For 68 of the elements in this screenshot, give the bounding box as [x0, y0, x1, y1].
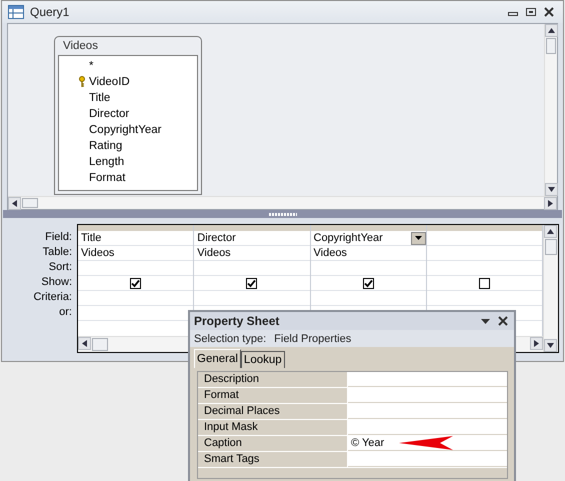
right-arrow-icon [548, 200, 553, 208]
field-name[interactable]: Rating [89, 140, 122, 152]
grid-vertical-scrollbar[interactable] [543, 225, 558, 352]
scroll-right-button[interactable] [544, 197, 557, 210]
show-checkbox[interactable] [246, 278, 258, 288]
scroll-up-button[interactable] [545, 24, 558, 37]
field-cell[interactable]: CopyrightYear [310, 231, 426, 246]
scroll-thumb[interactable] [92, 338, 108, 351]
vertical-scrollbar[interactable] [544, 24, 557, 196]
scroll-right-button[interactable] [530, 337, 543, 350]
scroll-thumb[interactable] [22, 198, 38, 208]
down-arrow-icon [547, 343, 554, 348]
scroll-left-button[interactable] [78, 337, 91, 350]
property-value[interactable] [348, 404, 507, 419]
row-label: Table: [42, 245, 72, 260]
field-name[interactable]: Director [89, 108, 130, 120]
scroll-down-button[interactable] [544, 339, 557, 352]
panel-title: Property Sheet [194, 314, 280, 328]
scroll-up-button[interactable] [544, 225, 557, 238]
down-arrow-icon [548, 187, 555, 192]
restore-icon[interactable] [525, 6, 537, 17]
scroll-thumb[interactable] [546, 38, 556, 54]
scroll-left-button[interactable] [8, 197, 21, 210]
left-arrow-icon [12, 200, 17, 208]
property-value[interactable] [348, 388, 507, 403]
dropdown-button[interactable] [410, 232, 426, 244]
row-label: Criteria: [33, 290, 72, 305]
show-checkbox[interactable] [478, 278, 490, 288]
horizontal-scrollbar[interactable] [8, 196, 557, 210]
tab[interactable]: General [194, 349, 241, 368]
property-value[interactable] [348, 372, 507, 387]
pointer-arrow-drawing [398, 436, 454, 450]
window-title: Query1 [30, 4, 70, 19]
show-checkbox[interactable] [130, 278, 142, 288]
row-label: Show: [41, 275, 72, 290]
field-name[interactable]: CopyrightYear [89, 124, 162, 136]
table-title: Videos [62, 38, 99, 54]
property-value[interactable] [348, 420, 507, 435]
dropdown-icon[interactable] [481, 318, 490, 324]
selection-type-value: Field Properties [274, 332, 352, 344]
row-label: Sort: [48, 260, 72, 275]
field-name[interactable]: Format [89, 172, 126, 184]
scroll-down-button[interactable] [545, 183, 558, 196]
row-label: Field: [45, 230, 72, 245]
show-checkbox[interactable] [362, 278, 374, 288]
right-arrow-icon [534, 340, 539, 347]
tab[interactable]: Lookup [240, 351, 285, 368]
field-name[interactable]: Length [89, 156, 124, 168]
property-value[interactable] [348, 452, 507, 467]
row-label: or: [59, 305, 72, 320]
close-icon[interactable] [543, 6, 555, 17]
field-name[interactable]: Title [89, 92, 110, 104]
field-cell[interactable]: Title [78, 231, 194, 246]
caret-icon [414, 236, 422, 240]
field-cell[interactable]: Director [194, 231, 310, 246]
up-arrow-icon [548, 28, 555, 33]
table-cell[interactable]: Videos [194, 246, 310, 261]
up-arrow-icon [547, 229, 554, 234]
field-name[interactable]: * [89, 60, 94, 72]
selection-type-label: Selection type: [194, 332, 266, 344]
table-cell[interactable]: Videos [310, 246, 426, 261]
field-name[interactable]: VideoID [89, 76, 130, 88]
scroll-thumb[interactable] [545, 239, 557, 255]
table-cell[interactable]: Videos [78, 246, 194, 261]
key-icon [78, 76, 86, 88]
query-icon [8, 4, 24, 19]
left-arrow-icon [82, 340, 87, 347]
close-icon[interactable] [498, 316, 508, 326]
